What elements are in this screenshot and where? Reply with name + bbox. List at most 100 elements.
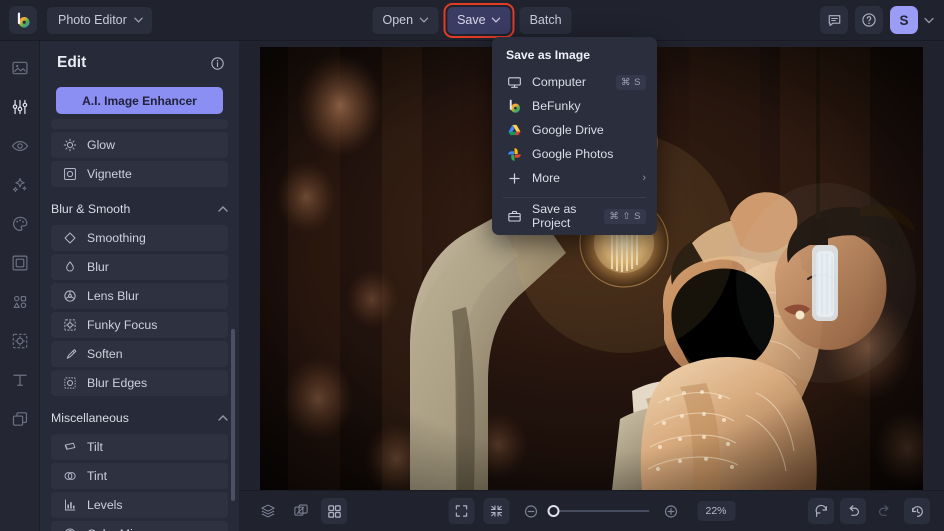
tool-row-lens-blur[interactable]: Lens Blur xyxy=(51,283,228,309)
user-avatar[interactable]: S xyxy=(890,6,918,34)
grid-view-button[interactable] xyxy=(321,498,347,524)
help-button[interactable] xyxy=(855,6,883,34)
partial-tool-row-cutoff[interactable] xyxy=(51,119,228,129)
layers-panel-button[interactable] xyxy=(255,498,281,524)
file-actions-group: Open Save Batch xyxy=(372,7,571,34)
rail-item-graphics[interactable] xyxy=(6,288,34,316)
edit-panel-header: Edit xyxy=(40,41,239,85)
chevron-down-icon xyxy=(492,17,501,23)
tool-label: Tilt xyxy=(87,440,103,454)
tool-row-soften[interactable]: Soften xyxy=(51,341,228,367)
menu-divider xyxy=(503,197,646,198)
rail-item-edit[interactable] xyxy=(6,93,34,121)
save-dropdown-menu: Save as Image Computer ⌘ S xyxy=(492,37,657,235)
history-controls-group xyxy=(808,498,930,524)
tool-row-tint[interactable]: Tint xyxy=(51,463,228,489)
open-button[interactable]: Open xyxy=(372,7,438,34)
save-menu-heading: Save as Image xyxy=(492,45,657,70)
tool-row-blur[interactable]: Blur xyxy=(51,254,228,280)
tool-label: Vignette xyxy=(87,167,132,181)
rail-item-textures[interactable] xyxy=(6,327,34,355)
tool-row-smoothing[interactable]: Smoothing xyxy=(51,225,228,251)
expand-icon xyxy=(454,504,468,518)
sparkles-icon xyxy=(11,176,29,194)
rail-item-text[interactable] xyxy=(6,366,34,394)
collapse-icon xyxy=(489,504,503,518)
tool-row-glow[interactable]: Glow xyxy=(51,132,228,158)
tool-label: Lens Blur xyxy=(87,289,139,303)
rail-item-retouch[interactable] xyxy=(6,132,34,160)
history-button[interactable] xyxy=(904,498,930,524)
reset-button[interactable] xyxy=(808,498,834,524)
frame-icon xyxy=(11,254,29,272)
tool-label: Color Mixer xyxy=(87,527,150,531)
save-menu-item-save-as-project[interactable]: Save as Project ⌘ ⇧ S xyxy=(492,204,657,228)
tool-row-color-mixer[interactable]: Color Mixer xyxy=(51,521,228,531)
tool-row-funky-focus[interactable]: Funky Focus xyxy=(51,312,228,338)
palette-icon xyxy=(11,215,29,233)
tool-row-blur-edges[interactable]: Blur Edges xyxy=(51,370,228,396)
plus-icon xyxy=(506,170,522,186)
befunky-logo-button[interactable] xyxy=(9,6,37,34)
tool-row-tilt[interactable]: Tilt xyxy=(51,434,228,460)
edit-panel: Edit A.I. Image Enhancer Glow xyxy=(40,41,239,531)
ai-image-enhancer-label: A.I. Image Enhancer xyxy=(82,94,197,108)
texture-icon xyxy=(11,332,29,350)
tool-label: Soften xyxy=(87,347,123,361)
rail-item-frames[interactable] xyxy=(6,249,34,277)
rail-item-layers[interactable] xyxy=(6,405,34,433)
save-menu-label: Google Photos xyxy=(532,147,646,161)
chevron-up-icon xyxy=(218,206,228,212)
google-drive-icon xyxy=(506,122,522,138)
rail-item-artsy[interactable] xyxy=(6,210,34,238)
zoom-in-icon xyxy=(664,504,679,519)
save-button[interactable]: Save xyxy=(447,7,511,34)
tool-label: Blur xyxy=(87,260,109,274)
tool-label: Tint xyxy=(87,469,107,483)
vignette-icon xyxy=(62,167,77,182)
zoom-in-button[interactable] xyxy=(658,498,684,524)
save-menu-label: More xyxy=(532,171,632,185)
panel-scrollbar-thumb[interactable] xyxy=(231,329,235,501)
tool-row-levels[interactable]: Levels xyxy=(51,492,228,518)
save-menu-item-google-drive[interactable]: Google Drive xyxy=(492,118,657,142)
sliders-icon xyxy=(11,98,29,116)
top-toolbar: Photo Editor Open Save Batch xyxy=(0,0,944,41)
app-switcher-dropdown[interactable]: Photo Editor xyxy=(47,7,152,34)
account-chevron-down-icon[interactable] xyxy=(924,17,934,24)
batch-button[interactable]: Batch xyxy=(520,7,572,34)
info-circle-icon[interactable] xyxy=(210,56,225,71)
rail-item-image[interactable] xyxy=(6,54,34,82)
zoom-slider-handle[interactable] xyxy=(547,505,559,517)
save-menu-item-befunky[interactable]: BeFunky xyxy=(492,94,657,118)
submenu-chevron-right-icon: › xyxy=(642,172,646,184)
rail-item-effects[interactable] xyxy=(6,171,34,199)
zoom-slider[interactable] xyxy=(553,510,649,512)
save-menu-label: Computer xyxy=(532,75,606,89)
tool-list-scroll-region[interactable]: Glow Vignette Blur & Smooth xyxy=(40,119,239,531)
befunky-logo-icon xyxy=(15,12,32,29)
redo-button[interactable] xyxy=(872,498,898,524)
chevron-down-icon xyxy=(419,17,428,23)
batch-label: Batch xyxy=(530,13,562,27)
save-menu-label: Google Drive xyxy=(532,123,646,137)
undo-button[interactable] xyxy=(840,498,866,524)
section-header-blur-and-smooth[interactable]: Blur & Smooth xyxy=(51,199,228,219)
page-title: Edit xyxy=(57,54,86,72)
feedback-button[interactable] xyxy=(820,6,848,34)
save-menu-shortcut: ⌘ ⇧ S xyxy=(604,209,646,224)
save-menu-item-google-photos[interactable]: Google Photos xyxy=(492,142,657,166)
compare-button[interactable] xyxy=(288,498,314,524)
save-menu-item-more[interactable]: More › xyxy=(492,166,657,190)
chevron-down-icon xyxy=(134,17,143,23)
tool-row-vignette[interactable]: Vignette xyxy=(51,161,228,187)
zoom-level-badge[interactable]: 22% xyxy=(697,501,735,521)
section-title: Miscellaneous xyxy=(51,411,129,425)
save-menu-item-computer[interactable]: Computer ⌘ S xyxy=(492,70,657,94)
fit-to-screen-button[interactable] xyxy=(483,498,509,524)
ai-image-enhancer-button[interactable]: A.I. Image Enhancer xyxy=(56,87,223,114)
section-header-miscellaneous[interactable]: Miscellaneous xyxy=(51,408,228,428)
fullscreen-button[interactable] xyxy=(448,498,474,524)
zoom-out-button[interactable] xyxy=(518,498,544,524)
tilt-icon xyxy=(62,440,77,455)
